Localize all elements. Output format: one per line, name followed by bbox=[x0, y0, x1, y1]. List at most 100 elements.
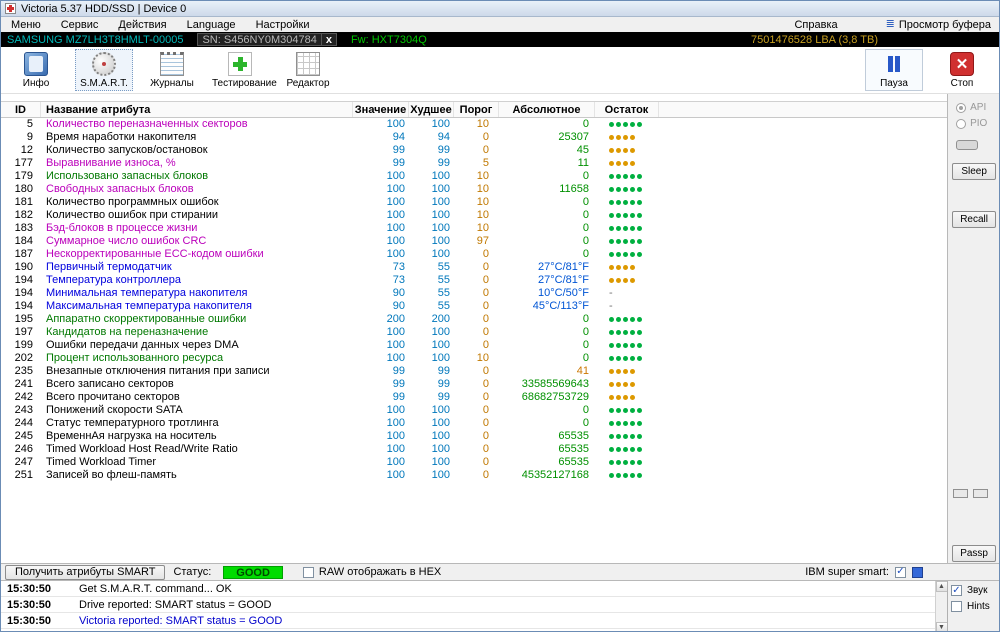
pause-button[interactable]: Пауза bbox=[865, 49, 923, 91]
table-row[interactable]: 187 Нескорректированные ECC-кодом ошибки 1… bbox=[1, 248, 947, 261]
list-icon: ≣ bbox=[885, 18, 895, 30]
attr-id: 247 bbox=[14, 456, 33, 468]
table-row[interactable]: 244 Статус температурного тротлинга 100 100… bbox=[1, 417, 947, 430]
table-row[interactable]: 194 Температура контроллера 73 55 0 27°C/81°F bbox=[1, 274, 947, 287]
log-entry: 15:30:50 Drive reported: SMART status = G… bbox=[1, 597, 935, 613]
table-row[interactable]: 246 Timed Workload Host Read/Write Ratio 1… bbox=[1, 443, 947, 456]
test-button[interactable]: Тестирование bbox=[211, 49, 277, 91]
table-row[interactable]: 251 Записей во флеш-память 100 100 0 45352127… bbox=[1, 469, 947, 482]
scroll-down-icon[interactable]: ▼ bbox=[935, 622, 948, 631]
journals-button[interactable]: Журналы bbox=[143, 49, 201, 91]
table-row[interactable]: 12 Количество запусков/остановок 99 99 0 45 bbox=[1, 144, 947, 157]
info-button[interactable]: Инфо bbox=[7, 49, 65, 91]
attr-id: 182 bbox=[14, 209, 33, 221]
health-dot bbox=[630, 460, 635, 465]
menu-item[interactable]: Настройки bbox=[250, 19, 324, 31]
table-row[interactable]: 184 Суммарное число ошибок CRC 100 100 97 0 bbox=[1, 235, 947, 248]
table-row[interactable]: 199 Ошибки передачи данных через DMA 100 10… bbox=[1, 339, 947, 352]
table-row[interactable]: 194 Минимальная температура накопителя 90 5… bbox=[1, 287, 947, 300]
table-row[interactable]: 243 Понижений скорости SATA 100 100 0 0 bbox=[1, 404, 947, 417]
attr-name: Суммарное число ошибок CRC bbox=[46, 235, 207, 247]
table-row[interactable]: 242 Всего прочитано секторов 99 99 0 68682753… bbox=[1, 391, 947, 404]
table-row[interactable]: 235 Внезапные отключения питания при запи… bbox=[1, 365, 947, 378]
health-dot bbox=[623, 265, 628, 270]
attr-absolute: 0 bbox=[582, 326, 589, 338]
table-row[interactable]: 241 Всего записано секторов 99 99 0 335855696… bbox=[1, 378, 947, 391]
attr-health bbox=[595, 404, 659, 417]
table-row[interactable]: 179 Использовано запасных блоков 100 100 10 0 bbox=[1, 170, 947, 183]
attr-health bbox=[595, 326, 659, 339]
column-header[interactable]: Худшее bbox=[409, 102, 454, 117]
buffer-view-button[interactable]: ≣ Просмотр буфера bbox=[886, 19, 991, 31]
get-smart-button[interactable]: Получить атрибуты SMART bbox=[5, 564, 166, 580]
menu-item[interactable]: Меню bbox=[5, 19, 55, 31]
sleep-button[interactable]: Sleep bbox=[952, 163, 997, 180]
column-header[interactable]: Название атрибута bbox=[41, 102, 353, 117]
table-row[interactable]: 181 Количество программных ошибок 100 100 10… bbox=[1, 196, 947, 209]
hints-checkbox-group[interactable]: Hints bbox=[951, 601, 996, 612]
table-row[interactable]: 9 Время наработки накопителя 94 94 0 25307 bbox=[1, 131, 947, 144]
recall-button[interactable]: Recall bbox=[952, 211, 997, 228]
log-scrollbar[interactable]: ▲ ▼ bbox=[935, 581, 948, 631]
attr-value: 100 bbox=[386, 404, 405, 416]
menu-item[interactable]: Language bbox=[181, 19, 250, 31]
attr-threshold: 0 bbox=[482, 300, 489, 312]
attr-worst: 55 bbox=[437, 261, 450, 273]
device-close-button[interactable]: x bbox=[321, 33, 337, 46]
ibm-smart-checkbox[interactable] bbox=[895, 566, 906, 578]
table-row[interactable]: 247 Timed Workload Timer 100 100 0 65535 bbox=[1, 456, 947, 469]
attr-absolute: 0 bbox=[582, 404, 589, 416]
menu-item[interactable]: Сервис bbox=[55, 19, 113, 31]
smart-button[interactable]: S.M.A.R.T. bbox=[75, 49, 133, 91]
api-radio[interactable]: API bbox=[956, 102, 986, 113]
table-row[interactable]: 5 Количество переназначенных секторов 100 1… bbox=[1, 118, 947, 131]
titlebar[interactable]: Victoria 5.37 HDD/SSD | Device 0 bbox=[1, 1, 999, 17]
table-row[interactable]: 190 Первичный термодатчик 73 55 0 27°C/81°F bbox=[1, 261, 947, 274]
sound-checkbox-group[interactable]: Звук bbox=[951, 585, 996, 596]
table-row[interactable]: 183 Бэд-блоков в процессе жизни 100 100 10 0 bbox=[1, 222, 947, 235]
scroll-up-icon[interactable]: ▲ bbox=[935, 581, 948, 592]
pio-radio[interactable]: PIO bbox=[956, 118, 987, 129]
attr-name: Ошибки передачи данных через DMA bbox=[46, 339, 239, 351]
column-header[interactable]: Значение bbox=[353, 102, 409, 117]
column-header[interactable]: Остаток bbox=[595, 102, 659, 117]
menu-help[interactable]: Справка bbox=[788, 19, 851, 31]
mini-indicator-left[interactable] bbox=[953, 489, 969, 498]
table-row[interactable]: 245 ВременнАя нагрузка на носитель 100 100 0… bbox=[1, 430, 947, 443]
health-dot bbox=[623, 421, 628, 426]
column-header[interactable]: Абсолютное bbox=[499, 102, 595, 117]
table-row[interactable]: 195 Аппаратно скорректированные ошибки 200… bbox=[1, 313, 947, 326]
table-row[interactable]: 202 Процент использованного ресурса 100 100… bbox=[1, 352, 947, 365]
stop-button[interactable]: ✕ Стоп bbox=[933, 49, 991, 91]
raw-hex-checkbox[interactable] bbox=[302, 566, 314, 578]
table-row[interactable]: 180 Свободных запасных блоков 100 100 10 1165… bbox=[1, 183, 947, 196]
table-row[interactable]: 194 Максимальная температура накопителя 90… bbox=[1, 300, 947, 313]
raw-hex-checkbox-group[interactable]: RAW отображать в HEX bbox=[302, 566, 441, 578]
health-dot bbox=[616, 252, 621, 257]
table-row[interactable]: 197 Кандидатов на переназначение 100 100 0 0 bbox=[1, 326, 947, 339]
column-header[interactable]: ID bbox=[1, 102, 41, 117]
hints-checkbox[interactable] bbox=[951, 601, 962, 612]
attr-threshold: 0 bbox=[482, 404, 489, 416]
table-row[interactable]: 177 Выравнивание износа, % 99 99 5 11 bbox=[1, 157, 947, 170]
attr-absolute: 65535 bbox=[558, 430, 589, 442]
attr-id: 194 bbox=[14, 287, 33, 299]
health-dot bbox=[616, 330, 621, 335]
health-dot bbox=[616, 343, 621, 348]
editor-button[interactable]: Редактор bbox=[279, 49, 337, 91]
attr-filler bbox=[659, 287, 947, 300]
health-dot bbox=[609, 382, 614, 387]
attr-worst: 100 bbox=[431, 339, 450, 351]
mini-indicator-right[interactable] bbox=[973, 489, 989, 498]
health-dot bbox=[623, 174, 628, 179]
attr-threshold: 0 bbox=[482, 313, 489, 325]
sound-checkbox[interactable] bbox=[951, 585, 962, 596]
buffer-view-label: Просмотр буфера bbox=[898, 18, 991, 31]
health-dot bbox=[630, 135, 635, 140]
passport-button[interactable]: Passp bbox=[952, 545, 997, 562]
table-row[interactable]: 182 Количество ошибок при стирании 100 100 1… bbox=[1, 209, 947, 222]
menu-item[interactable]: Действия bbox=[112, 19, 180, 31]
attr-filler bbox=[659, 131, 947, 144]
device-model[interactable]: SAMSUNG MZ7LH3T8HMLT-00005 bbox=[7, 34, 183, 46]
column-header[interactable]: Порог bbox=[454, 102, 499, 117]
